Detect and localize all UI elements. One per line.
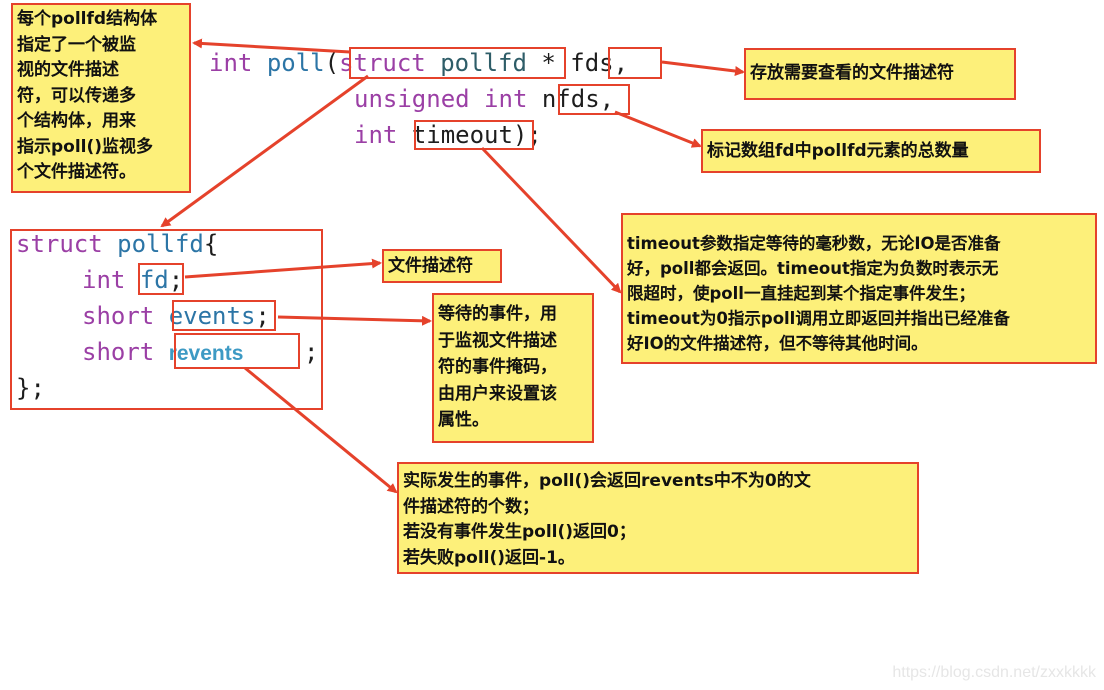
param3-keyword: int — [354, 121, 398, 149]
note-line: 标记数组fd中pollfd元素的总数量 — [707, 141, 969, 161]
open-brace: { — [203, 230, 219, 258]
watermark: https://blog.csdn.net/zxxkkkk — [892, 664, 1096, 681]
note-line: 等待的事件，用 — [438, 304, 557, 324]
note-events: 等待的事件，用 于监视文件描述 符的事件掩码， 由用户来设置该 属性。 — [432, 293, 594, 443]
note-line: timeout参数指定等待的毫秒数，无论IO是否准备 — [627, 234, 1001, 253]
highlight-fd — [138, 263, 184, 295]
highlight-nfds — [558, 84, 630, 115]
note-line: 视的文件描述 — [17, 60, 119, 80]
note-line: timeout为0指示poll调用立即返回并指出已经准备 — [627, 309, 1010, 328]
note-line: 若没有事件发生poll()返回0； — [403, 522, 636, 542]
arrow-nfds-to-note — [614, 110, 702, 148]
note-line: 于监视文件描述 — [438, 330, 557, 351]
note-line: 属性。 — [438, 410, 489, 430]
revents-semicolon: ; — [304, 338, 319, 366]
param2-keyword-unsigned: unsigned — [354, 85, 470, 113]
struct-header: struct pollfd{ — [16, 226, 218, 262]
note-line: 符，可以传递多 — [17, 85, 136, 106]
note-revents: 实际发生的事件，poll()会返回revents中不为0的文 件描述符的个数； … — [397, 462, 919, 574]
struct-keyword: struct — [16, 230, 103, 258]
field-type: short — [82, 338, 155, 366]
arrow-struct-to-def — [160, 74, 369, 228]
highlight-fds — [608, 47, 662, 79]
arrow-fds-to-note — [661, 60, 745, 76]
note-line: 由用户来设置该 — [438, 383, 557, 404]
note-timeout: timeout参数指定等待的毫秒数，无论IO是否准备 好，poll都会返回。ti… — [621, 213, 1097, 364]
struct-close: }; — [16, 374, 45, 402]
note-fds: 存放需要查看的文件描述符 — [744, 48, 1016, 100]
note-line: 个结构体，用来 — [17, 111, 136, 131]
return-type: int — [209, 49, 253, 77]
arrow-timeout-to-note — [480, 146, 622, 294]
note-nfds: 标记数组fd中pollfd元素的总数量 — [701, 129, 1041, 173]
param2-keyword-int: int — [484, 85, 528, 113]
note-line: 每个pollfd结构体 — [17, 9, 158, 29]
note-line: 指定了一个被监 — [17, 34, 136, 55]
note-line: 好IO的文件描述符，但不等待其他时间。 — [627, 334, 928, 353]
note-line: 存放需要查看的文件描述符 — [750, 63, 954, 83]
highlight-timeout — [414, 120, 534, 150]
struct-name: pollfd — [117, 230, 204, 258]
highlight-revents — [174, 333, 300, 369]
note-line: 个文件描述符。 — [17, 162, 136, 182]
note-line: 若失败poll()返回-1。 — [403, 547, 575, 568]
note-line: 符的事件掩码， — [438, 357, 557, 377]
note-fd: 文件描述符 — [382, 249, 502, 283]
note-line: 好，poll都会返回。timeout指定为负数时表示无 — [627, 259, 999, 278]
function-name: poll — [266, 49, 325, 77]
field-type: int — [82, 266, 126, 294]
open-paren: ( — [324, 49, 340, 77]
note-line: 文件描述符 — [388, 256, 473, 276]
highlight-events — [172, 300, 276, 331]
note-pollfd-struct: 每个pollfd结构体 指定了一个被监 视的文件描述 符，可以传递多 个结构体，… — [11, 3, 191, 193]
note-line: 实际发生的事件，poll()会返回revents中不为0的文 — [403, 471, 811, 491]
highlight-struct-pollfd — [349, 47, 566, 79]
note-line: 限超时，使poll一直挂起到某个指定事件发生； — [627, 284, 975, 303]
field-type: short — [82, 302, 155, 330]
note-line: 指示poll()监视多 — [17, 136, 154, 157]
note-line: 件描述符的个数； — [403, 496, 539, 517]
